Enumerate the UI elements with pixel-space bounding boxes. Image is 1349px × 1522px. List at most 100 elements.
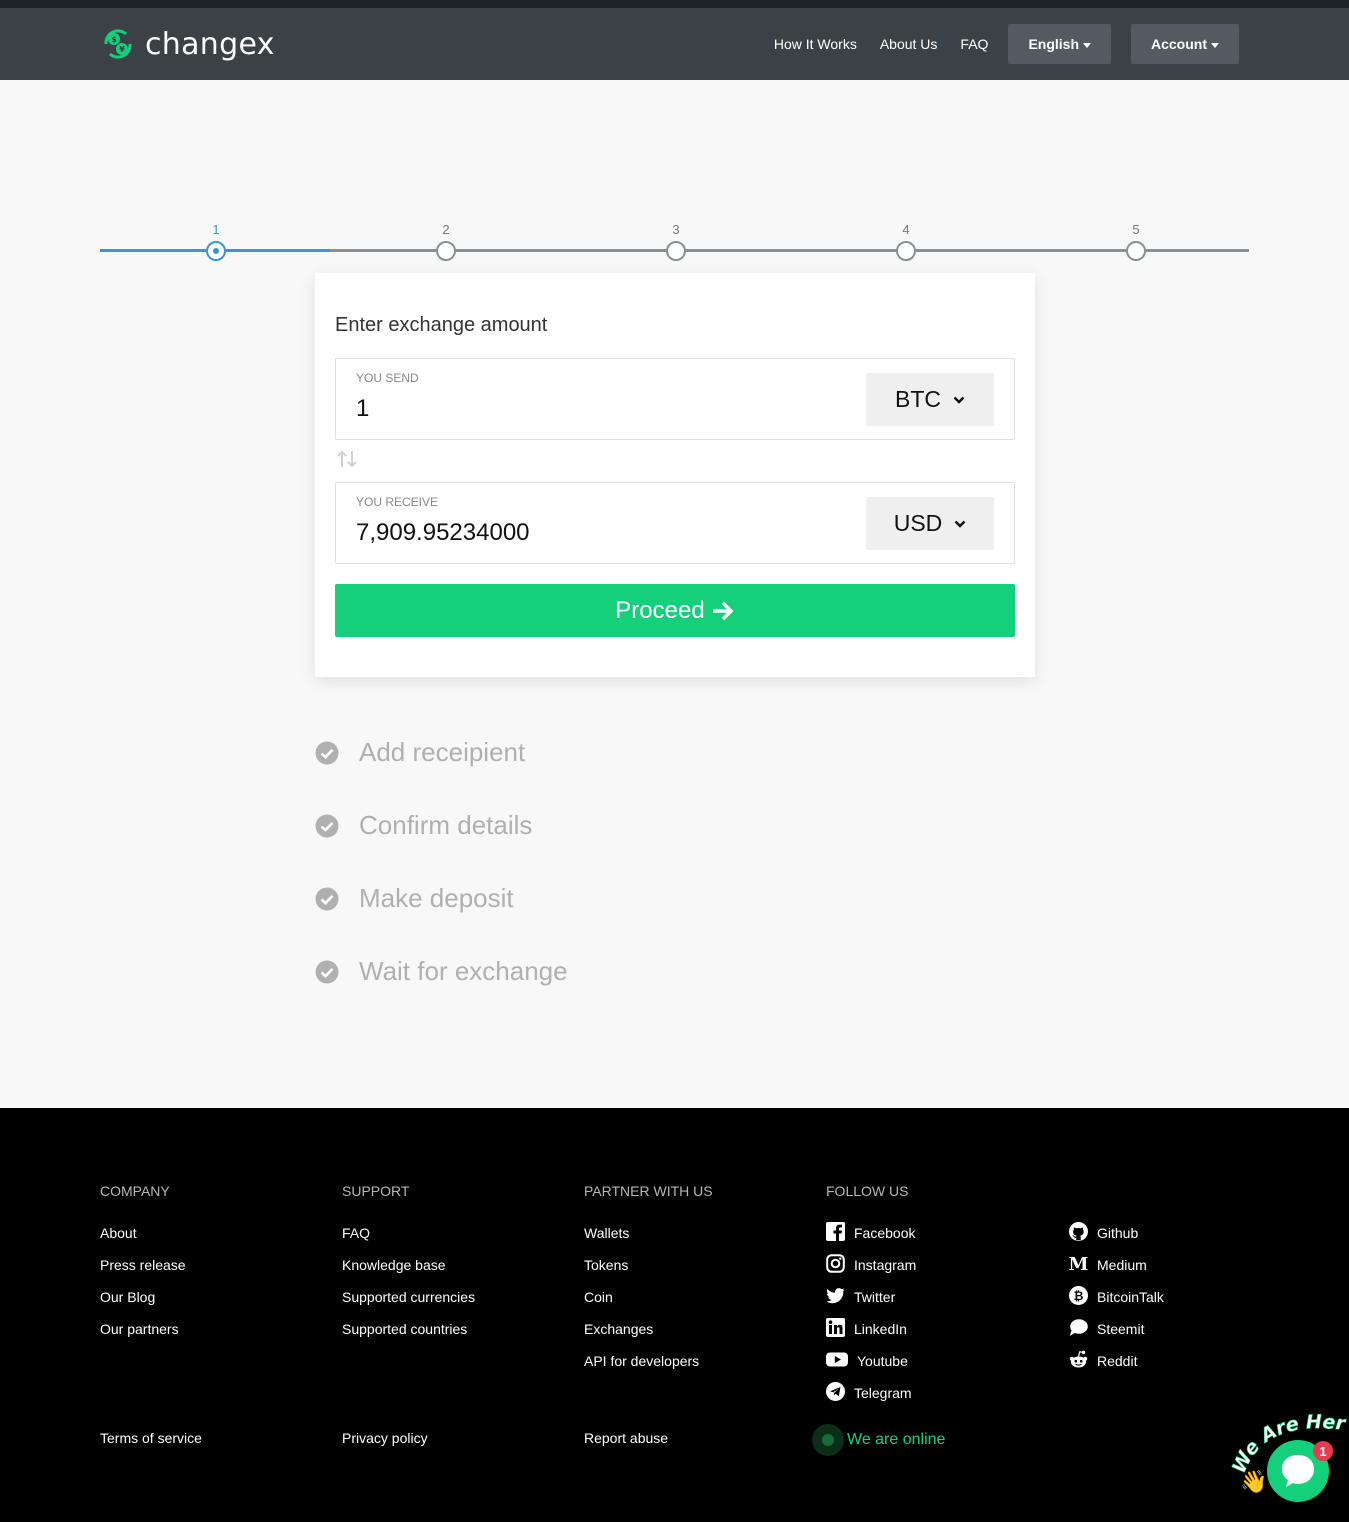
online-status-text: We are online (847, 1431, 946, 1448)
svg-text:M: M (1069, 1254, 1088, 1273)
social-link-twitter[interactable]: Twitter (826, 1285, 916, 1317)
brand-name: changex (145, 26, 275, 62)
social-label: Twitter (854, 1289, 896, 1305)
step-label-confirm-details: Confirm details (359, 810, 533, 840)
footer-link-api[interactable]: API for developers (584, 1349, 713, 1381)
brand-logo[interactable]: $ ¥ changex (100, 26, 275, 62)
footer-follow-column: FOLLOW US Facebook Instagram Twitter Lin… (826, 1181, 916, 1413)
steemit-icon (1069, 1319, 1088, 1336)
footer-link-exchanges[interactable]: Exchanges (584, 1317, 713, 1349)
receive-currency-select[interactable]: USD (866, 497, 994, 550)
footer-link-faq[interactable]: FAQ (342, 1221, 475, 1253)
chat-widget[interactable]: We Are Here! 👋 1 (1215, 1388, 1349, 1522)
exchange-card: Enter exchange amount YOU SEND BTC YOU R… (315, 273, 1035, 677)
footer-heading: PARTNER WITH US (584, 1183, 713, 1199)
social-label: Steemit (1097, 1321, 1145, 1337)
social-link-reddit[interactable]: Reddit (1069, 1349, 1164, 1381)
footer-link-knowledge-base[interactable]: Knowledge base (342, 1253, 475, 1285)
social-label: Telegram (854, 1385, 912, 1401)
send-currency-select[interactable]: BTC (866, 373, 994, 426)
nav-faq[interactable]: FAQ (960, 24, 988, 64)
footer-link-supported-currencies[interactable]: Supported currencies (342, 1285, 475, 1317)
social-link-facebook[interactable]: Facebook (826, 1221, 916, 1253)
account-dropdown[interactable]: Account (1131, 24, 1239, 64)
send-currency-label: BTC (895, 386, 941, 412)
step-number: 4 (902, 222, 910, 237)
online-status[interactable]: We are online (812, 1424, 945, 1456)
footer-company-column: COMPANY About Press release Our Blog Our… (100, 1181, 186, 1349)
step-marker (666, 241, 686, 261)
step-marker (1126, 241, 1146, 261)
caret-down-icon (1211, 42, 1219, 48)
exchange-title: Enter exchange amount (335, 314, 548, 336)
step-number: 1 (212, 222, 220, 237)
changex-logo-icon: $ ¥ (104, 29, 132, 59)
footer-link-about[interactable]: About (100, 1221, 186, 1253)
social-link-instagram[interactable]: Instagram (826, 1253, 916, 1285)
upcoming-steps-list: Add receipient Confirm details Make depo… (315, 716, 568, 1008)
receive-amount-input[interactable] (356, 519, 836, 547)
social-label: BitcoinTalk (1097, 1289, 1164, 1305)
proceed-button[interactable]: Proceed (335, 584, 1015, 637)
footer-partner-column: PARTNER WITH US Wallets Tokens Coin Exch… (584, 1181, 713, 1381)
svg-text:$: $ (111, 35, 117, 44)
step-marker-active (206, 241, 226, 261)
proceed-label: Proceed (615, 596, 705, 624)
youtube-icon (826, 1352, 848, 1367)
svg-text:¥: ¥ (119, 45, 125, 54)
footer-link-tokens[interactable]: Tokens (584, 1253, 713, 1285)
social-label: Instagram (854, 1257, 917, 1273)
check-circle-icon (315, 814, 339, 837)
list-item: Wait for exchange (315, 935, 568, 1008)
telegram-icon (826, 1382, 845, 1401)
reddit-icon (1069, 1350, 1088, 1368)
send-amount-input[interactable] (356, 395, 836, 423)
step-label-wait-for-exchange: Wait for exchange (359, 956, 568, 986)
swap-arrows-icon[interactable] (335, 449, 359, 469)
footer-link-supported-countries[interactable]: Supported countries (342, 1317, 475, 1349)
footer-heading: FOLLOW US (826, 1183, 909, 1199)
footer-link-coin[interactable]: Coin (584, 1285, 713, 1317)
send-field: YOU SEND BTC (335, 358, 1015, 440)
twitter-icon (826, 1288, 845, 1304)
bitcoin-icon: ₿ (1069, 1286, 1088, 1305)
receive-currency-label: USD (893, 510, 943, 536)
footer-link-press-release[interactable]: Press release (100, 1253, 186, 1285)
check-circle-icon (315, 741, 339, 764)
nav-about-us[interactable]: About Us (880, 24, 938, 64)
top-strip (0, 0, 1349, 8)
social-link-github[interactable]: Github (1069, 1221, 1164, 1253)
report-abuse-link[interactable]: Report abuse (584, 1430, 668, 1446)
language-label: English (1028, 36, 1079, 52)
language-dropdown[interactable]: English (1008, 24, 1111, 64)
receive-field: YOU RECEIVE USD (335, 482, 1015, 564)
social-link-youtube[interactable]: Youtube (826, 1349, 916, 1381)
footer-link-wallets[interactable]: Wallets (584, 1221, 713, 1253)
list-item: Add receipient (315, 716, 568, 789)
step-marker (436, 241, 456, 261)
step-label-make-deposit: Make deposit (359, 883, 514, 913)
list-item: Confirm details (315, 789, 568, 862)
nav-how-it-works[interactable]: How It Works (774, 24, 857, 64)
progress-stepper: 1 2 3 4 5 (100, 220, 1249, 264)
step-2: 2 (435, 220, 457, 261)
social-link-medium[interactable]: M Medium (1069, 1253, 1164, 1285)
social-link-steemit[interactable]: Steemit (1069, 1317, 1164, 1349)
social-label: Youtube (857, 1353, 908, 1369)
footer-link-blog[interactable]: Our Blog (100, 1285, 186, 1317)
step-5: 5 (1125, 220, 1147, 261)
social-link-linkedin[interactable]: LinkedIn (826, 1317, 916, 1349)
receive-label: YOU RECEIVE (356, 495, 439, 509)
site-header: $ ¥ changex How It Works About Us FAQ En… (0, 8, 1349, 80)
terms-link[interactable]: Terms of service (100, 1430, 202, 1446)
step-1: 1 (205, 220, 227, 261)
privacy-link[interactable]: Privacy policy (342, 1430, 428, 1446)
site-footer: COMPANY About Press release Our Blog Our… (0, 1108, 1349, 1522)
social-link-bitcointalk[interactable]: ₿ BitcoinTalk (1069, 1285, 1164, 1317)
footer-support-column: SUPPORT FAQ Knowledge base Supported cur… (342, 1181, 475, 1349)
footer-link-partners[interactable]: Our partners (100, 1317, 186, 1349)
footer-follow-column-2: Github M Medium ₿ BitcoinTalk Steemit Re… (1069, 1181, 1164, 1381)
github-icon (1069, 1222, 1088, 1241)
social-link-telegram[interactable]: Telegram (826, 1381, 916, 1413)
arrow-right-icon (712, 601, 734, 620)
